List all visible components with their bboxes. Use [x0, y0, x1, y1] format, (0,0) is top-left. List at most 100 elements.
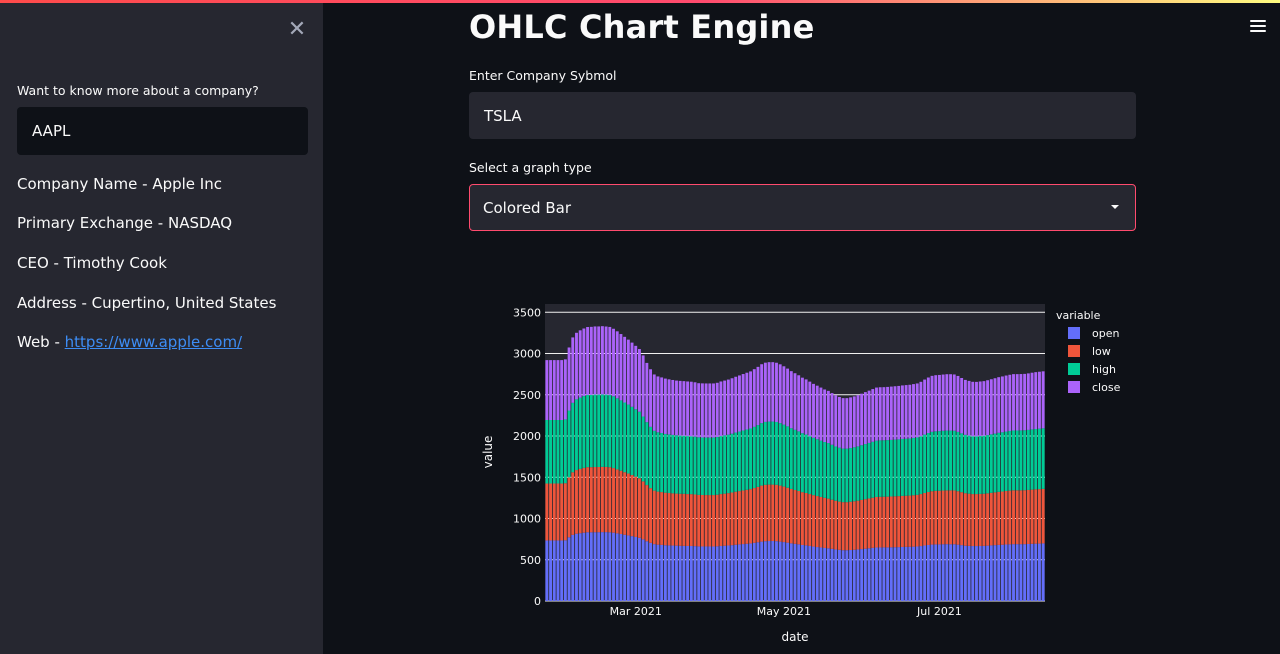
bar-high [912, 437, 915, 496]
bar-open [804, 545, 808, 601]
bar-high [867, 442, 871, 499]
legend-label-low[interactable]: low [1092, 345, 1111, 358]
bar-high [630, 406, 634, 476]
bar-low [582, 467, 586, 533]
bar-open [756, 542, 760, 601]
bar-open [578, 533, 582, 601]
bar-open [700, 546, 704, 601]
bar-high [767, 421, 771, 485]
bar-open [886, 547, 890, 602]
bar-low [638, 478, 641, 538]
bar-low [923, 493, 927, 546]
bar-high [938, 431, 941, 491]
bar-high [986, 435, 990, 494]
bar-low [1012, 490, 1015, 545]
bar-close [560, 360, 564, 420]
bar-open [793, 543, 797, 601]
bar-low [630, 475, 634, 537]
bar-close [775, 362, 778, 422]
company-symbol-input[interactable]: AAPL [17, 107, 308, 155]
bar-high [615, 398, 619, 470]
bar-close [1034, 372, 1038, 429]
graph-type-select[interactable]: Colored Bar [469, 184, 1136, 231]
bar-low [712, 495, 715, 547]
bar-low [578, 468, 582, 534]
bar-high [900, 438, 904, 496]
bar-close [975, 381, 978, 437]
bar-open [1034, 543, 1038, 601]
bar-open [838, 549, 841, 601]
bar-open [926, 544, 930, 601]
bar-close [649, 369, 652, 427]
bar-open [893, 547, 897, 601]
legend-label-open[interactable]: open [1092, 327, 1119, 340]
bar-open [600, 532, 604, 601]
bar-close [582, 328, 586, 397]
bar-open [623, 534, 627, 601]
bar-low [926, 492, 930, 545]
bar-low [589, 467, 593, 533]
bar-close [834, 395, 838, 447]
bar-high [856, 446, 860, 501]
bar-low [830, 499, 834, 549]
company-website-link[interactable]: https://www.apple.com/ [65, 333, 242, 351]
bar-open [767, 541, 771, 601]
bar-high [586, 394, 590, 468]
bar-high [641, 416, 645, 482]
bar-high [889, 439, 893, 497]
bar-open [641, 539, 645, 601]
legend-swatch-close[interactable] [1068, 381, 1080, 393]
bar-close [986, 380, 990, 436]
legend-label-high[interactable]: high [1092, 363, 1116, 376]
bar-low [604, 466, 608, 533]
bar-low [975, 494, 978, 547]
bar-low [893, 496, 897, 548]
bar-close [738, 375, 741, 432]
legend-swatch-high[interactable] [1068, 363, 1080, 375]
bar-high [667, 434, 671, 493]
bar-open [726, 545, 730, 601]
bar-high [1034, 428, 1038, 490]
bar-low [575, 470, 578, 534]
symbol-input[interactable]: TSLA [469, 92, 1136, 139]
bar-close [952, 374, 956, 431]
bar-high [908, 438, 912, 496]
bar-high [1038, 428, 1041, 490]
bar-high [960, 433, 964, 493]
bar-open [552, 540, 556, 601]
y-tick-label: 0 [534, 595, 541, 608]
bar-high [989, 434, 993, 493]
legend-swatch-low[interactable] [1068, 345, 1080, 357]
bar-low [960, 492, 964, 546]
primary-exchange-text: Primary Exchange - NASDAQ [17, 214, 233, 232]
legend-swatch-open[interactable] [1068, 327, 1080, 339]
bar-open [667, 545, 671, 601]
hamburger-menu-icon[interactable] [1250, 20, 1266, 34]
bar-low [756, 486, 760, 543]
bar-close [978, 381, 982, 436]
y-tick-label: 500 [520, 554, 541, 567]
legend-label-close[interactable]: close [1092, 381, 1121, 394]
bar-open [586, 532, 590, 601]
bar-open [760, 541, 764, 601]
close-icon[interactable]: ✕ [286, 19, 308, 41]
bar-close [893, 386, 897, 440]
symbol-input-value: TSLA [484, 106, 522, 125]
bar-open [704, 546, 708, 601]
bar-low [986, 493, 990, 546]
bar-close [797, 375, 801, 432]
bar-high [1023, 430, 1027, 491]
bar-high [826, 443, 830, 499]
bar-open [882, 547, 886, 602]
bar-close [904, 385, 908, 439]
bar-high [926, 433, 930, 493]
bar-close [823, 389, 827, 443]
bar-open [1041, 543, 1045, 601]
bar-close [652, 374, 656, 431]
bar-high [952, 430, 956, 491]
bar-high [878, 440, 882, 497]
bar-open [730, 545, 734, 601]
bar-low [667, 493, 671, 546]
x-axis-title: date [781, 630, 808, 644]
bar-open [863, 548, 867, 601]
